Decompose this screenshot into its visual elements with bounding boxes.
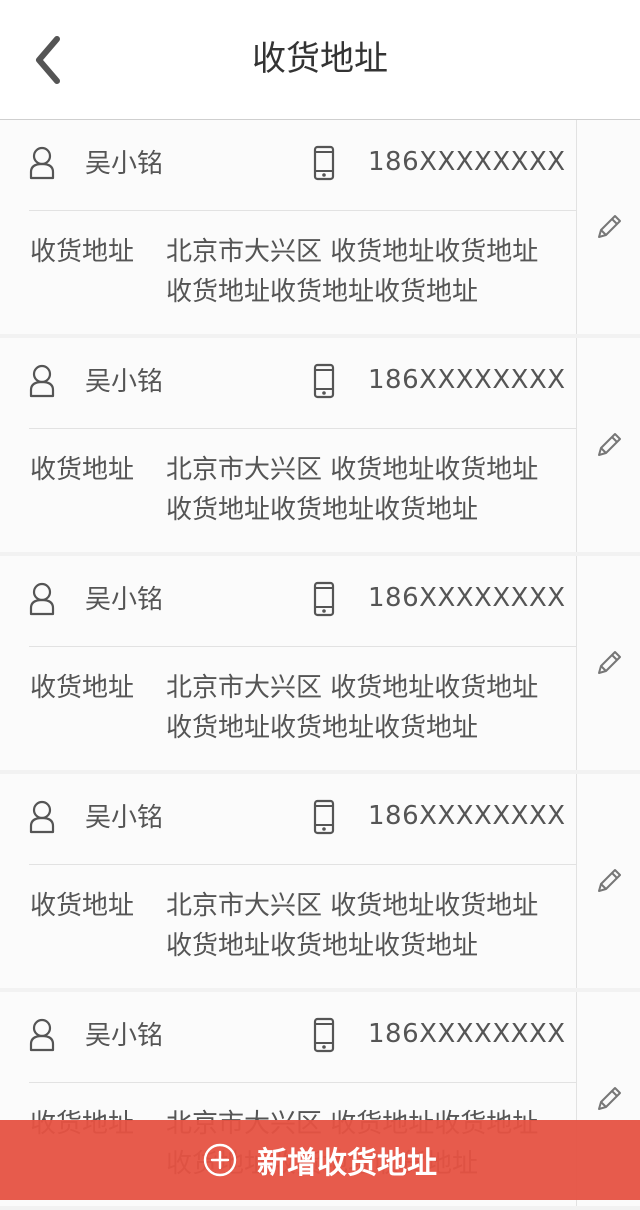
phone-icon	[313, 363, 335, 399]
edit-address-button[interactable]	[576, 338, 640, 552]
address-card[interactable]: 吴小铭 186XXXXXXXX 收货地址 北京市大兴区 收货地址收货地址收货地址…	[0, 556, 640, 770]
edit-address-button[interactable]	[576, 556, 640, 770]
pencil-icon	[597, 215, 621, 238]
page-title: 收货地址	[252, 39, 388, 79]
person-icon	[29, 800, 55, 834]
person-icon	[29, 1018, 55, 1052]
divider	[29, 864, 576, 865]
divider	[29, 1082, 576, 1083]
divider	[29, 210, 576, 211]
address-label: 收货地址	[30, 891, 135, 921]
contact-row: 吴小铭 186XXXXXXXX	[0, 992, 576, 1082]
top-bar: 收货地址	[0, 0, 640, 120]
divider	[29, 428, 576, 429]
address-text: 北京市大兴区 收货地址收货地址收货地址收货地址收货地址	[166, 237, 539, 307]
contact-name: 吴小铭	[85, 1021, 164, 1051]
phone-icon	[313, 1017, 335, 1053]
contact-row: 吴小铭 186XXXXXXXX	[0, 338, 576, 428]
add-address-label: 新增收货地址	[257, 1146, 437, 1181]
contact-name: 吴小铭	[85, 803, 164, 833]
contact-phone: 186XXXXXXXX	[368, 365, 566, 395]
address-card-body[interactable]: 吴小铭 186XXXXXXXX 收货地址 北京市大兴区 收货地址收货地址收货地址…	[0, 556, 576, 770]
pencil-icon	[597, 651, 621, 674]
contact-phone: 186XXXXXXXX	[368, 1019, 566, 1049]
address-text: 北京市大兴区 收货地址收货地址收货地址收货地址收货地址	[166, 455, 539, 525]
contact-phone: 186XXXXXXXX	[368, 583, 566, 613]
edit-address-button[interactable]	[576, 120, 640, 334]
pencil-icon	[597, 1087, 621, 1110]
person-icon	[29, 146, 55, 180]
person-icon	[29, 582, 55, 616]
contact-name: 吴小铭	[85, 367, 164, 397]
address-card-body[interactable]: 吴小铭 186XXXXXXXX 收货地址 北京市大兴区 收货地址收货地址收货地址…	[0, 120, 576, 334]
plus-circle-icon	[203, 1143, 237, 1177]
address-label: 收货地址	[30, 455, 135, 485]
contact-row: 吴小铭 186XXXXXXXX	[0, 774, 576, 864]
address-list: 吴小铭 186XXXXXXXX 收货地址 北京市大兴区 收货地址收货地址收货地址…	[0, 120, 640, 1210]
phone-icon	[313, 799, 335, 835]
address-card[interactable]: 吴小铭 186XXXXXXXX 收货地址 北京市大兴区 收货地址收货地址收货地址…	[0, 338, 640, 552]
address-label: 收货地址	[30, 673, 135, 703]
contact-phone: 186XXXXXXXX	[368, 147, 566, 177]
divider	[29, 646, 576, 647]
address-card[interactable]: 吴小铭 186XXXXXXXX 收货地址 北京市大兴区 收货地址收货地址收货地址…	[0, 774, 640, 988]
phone-icon	[313, 581, 335, 617]
contact-row: 吴小铭 186XXXXXXXX	[0, 556, 576, 646]
phone-icon	[313, 145, 335, 181]
person-icon	[29, 364, 55, 398]
pencil-icon	[597, 869, 621, 892]
contact-name: 吴小铭	[85, 149, 164, 179]
address-card-body[interactable]: 吴小铭 186XXXXXXXX 收货地址 北京市大兴区 收货地址收货地址收货地址…	[0, 774, 576, 988]
address-card[interactable]: 吴小铭 186XXXXXXXX 收货地址 北京市大兴区 收货地址收货地址收货地址…	[0, 120, 640, 334]
address-text: 北京市大兴区 收货地址收货地址收货地址收货地址收货地址	[166, 673, 539, 743]
address-label: 收货地址	[30, 237, 135, 267]
contact-name: 吴小铭	[85, 585, 164, 615]
contact-phone: 186XXXXXXXX	[368, 801, 566, 831]
pencil-icon	[597, 433, 621, 456]
edit-address-button[interactable]	[576, 774, 640, 988]
address-card-body[interactable]: 吴小铭 186XXXXXXXX 收货地址 北京市大兴区 收货地址收货地址收货地址…	[0, 338, 576, 552]
add-address-button[interactable]: 新增收货地址	[0, 1120, 640, 1200]
address-text: 北京市大兴区 收货地址收货地址收货地址收货地址收货地址	[166, 891, 539, 961]
contact-row: 吴小铭 186XXXXXXXX	[0, 120, 576, 210]
